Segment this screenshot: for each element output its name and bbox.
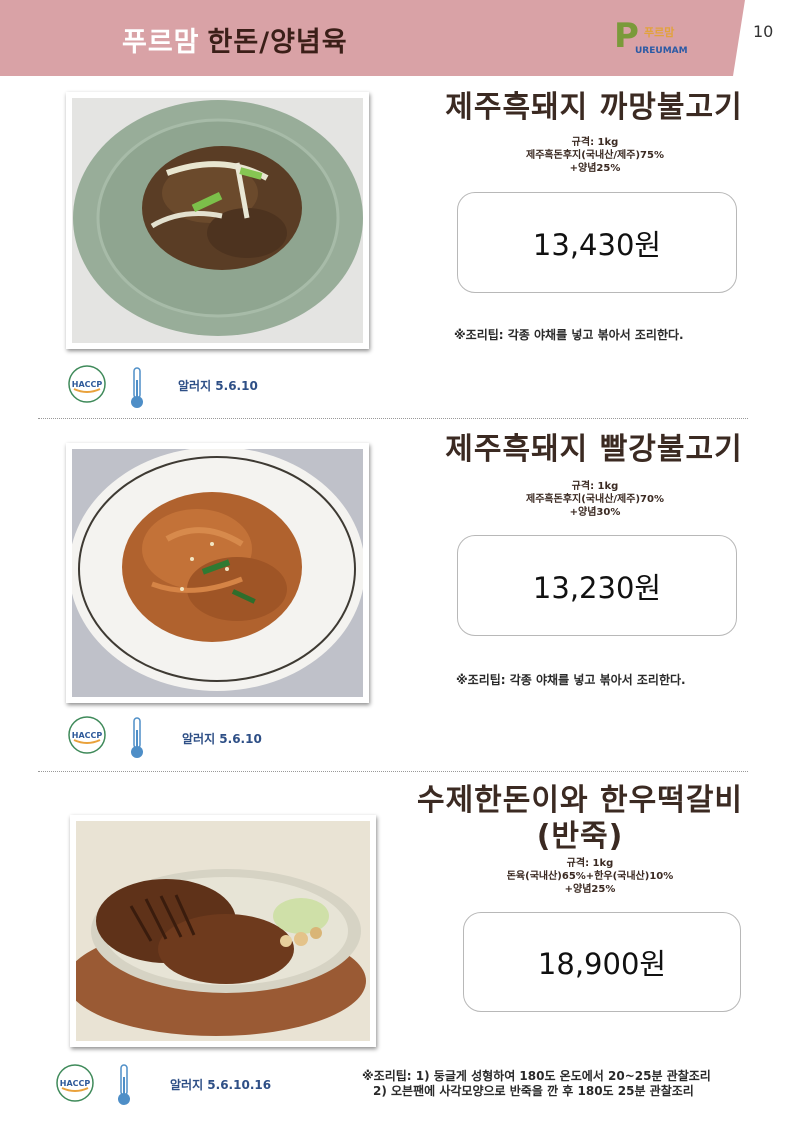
spec-size: 규격: 1kg [571,137,619,148]
cooking-tip-line-1: ※조리팁: 1) 둥글게 성형하여 180도 온도에서 20~25분 관찰조리 [362,1069,711,1083]
haccp-badge-icon: HACCP [68,365,106,403]
spec-sauce: +양념30% [569,507,621,518]
spec-ingredient: 제주흑돈후지(국내산/제주)75% [526,150,664,161]
page-number: 10 [753,22,774,41]
product-name-line-1: 수제한돈이와 한우떡갈비 [416,783,744,818]
product-spec: 규격: 1kg 제주흑돈후지(국내산/제주)70% +양념30% [470,480,720,519]
spec-sauce: +양념25% [564,884,616,895]
price-box: 18,900원 [463,912,741,1012]
product-name: 수제한돈이와 한우떡갈비 (반죽) [380,783,780,855]
cooking-tip-line-2: 2) 오븐팬에 사각모양으로 반죽을 깐 후 180도 25분 관찰조리 [373,1084,694,1098]
allergy-info: 알러지 5.6.10 [178,379,258,393]
brand-logo: P 푸르맘 UREUMAM [612,19,702,61]
cooking-tip: ※조리팁: 1) 둥글게 성형하여 180도 온도에서 20~25분 관찰조리 … [362,1069,782,1099]
price-box: 13,430원 [457,192,737,293]
thermometer-icon [131,367,143,408]
brand-name: 푸르맘 [122,27,200,58]
allergy-info: 알러지 5.6.10.16 [170,1078,272,1092]
section-divider [38,771,748,772]
price-box: 13,230원 [457,535,737,636]
product-name: 제주흑돼지 까망불고기 [445,90,743,125]
spec-ingredient: 제주흑돈후지(국내산/제주)70% [526,494,664,505]
tteokgalbi-image [76,821,370,1041]
category-name: 한돈/양념육 [207,27,348,58]
allergy-info: 알러지 5.6.10 [182,732,262,746]
product-name: 제주흑돼지 빨강불고기 [445,432,743,467]
price: 13,430원 [532,227,662,262]
haccp-badge-icon: HACCP [68,716,106,754]
price: 13,230원 [532,570,662,605]
spec-ingredient: 돈육(국내산)65%+한우(국내산)10% [506,871,674,882]
product-spec: 규격: 1kg 돈육(국내산)65%+한우(국내산)10% +양념25% [460,857,720,896]
thermometer-icon [131,717,143,758]
section-divider [38,418,748,419]
spec-size: 규격: 1kg [566,858,614,869]
haccp-text: HACCP [72,731,103,740]
spec-size: 규격: 1kg [571,481,619,492]
logo-korean-text: 푸르맘 [644,26,675,39]
page-title: 푸르맘 한돈/양념육 [122,20,348,59]
product-photo-black-pork-bulgogi [66,92,369,349]
haccp-badge-icon: HACCP [56,1064,94,1102]
price: 18,900원 [537,947,667,981]
product-name-line-2: (반죽) [536,819,624,854]
haccp-text: HACCP [60,1079,91,1088]
cooking-tip: ※조리팁: 각종 야채를 넣고 볶아서 조리한다. [454,328,684,342]
thermometer-icon [118,1064,130,1105]
product-photo-red-bulgogi [66,443,369,703]
red-bulgogi-image [72,449,363,697]
product-photo-tteokgalbi [70,815,376,1047]
haccp-text: HACCP [72,380,103,389]
spec-sauce: +양념25% [569,163,621,174]
black-pork-bulgogi-image [72,98,363,343]
logo-english-text: UREUMAM [635,46,688,56]
cooking-tip: ※조리팁: 각종 야채를 넣고 볶아서 조리한다. [456,673,686,687]
product-spec: 규격: 1kg 제주흑돈후지(국내산/제주)75% +양념25% [470,136,720,175]
